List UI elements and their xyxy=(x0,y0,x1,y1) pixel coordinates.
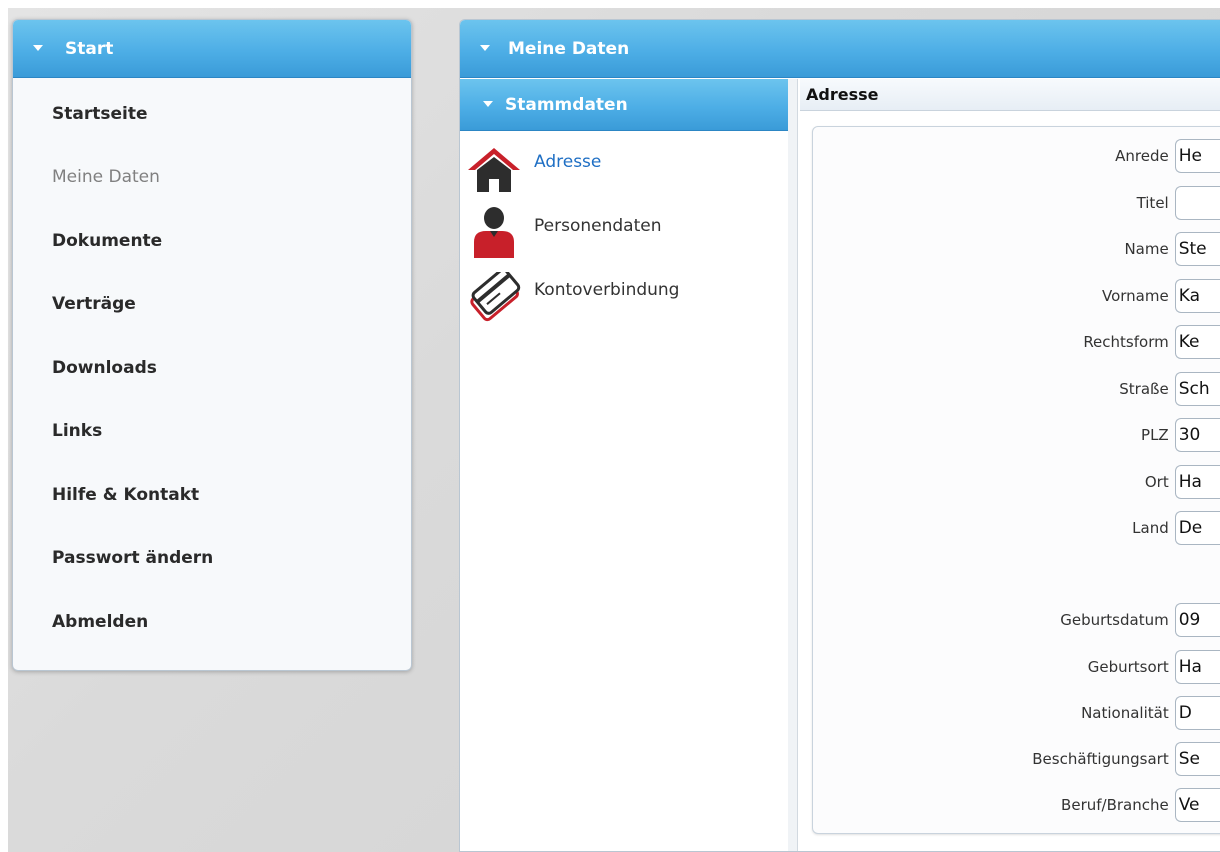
field-label: Straße xyxy=(1119,380,1169,398)
field-label: Anrede xyxy=(1115,147,1169,165)
menu-item-label: Verträge xyxy=(52,294,136,315)
menu-item-links[interactable]: Links xyxy=(13,400,411,464)
field-label: Name xyxy=(1124,240,1169,258)
person-icon xyxy=(464,207,524,258)
adresse-form: Anrede He Titel Name Ste Vorname Ka Rech… xyxy=(812,126,1220,834)
geburtsdatum-input[interactable]: 09 xyxy=(1174,603,1220,637)
stammdaten-header[interactable]: Stammdaten xyxy=(460,79,789,131)
nav-item-label: Personendaten xyxy=(534,216,662,236)
menu-item-meine-daten[interactable]: Meine Daten xyxy=(13,146,411,210)
field-label: Vorname xyxy=(1102,287,1169,305)
field-label: Rechtsform xyxy=(1083,333,1169,351)
meine-daten-header[interactable]: Meine Daten xyxy=(460,20,1220,78)
field-ort: Ort Ha xyxy=(813,465,1220,499)
caret-down-icon xyxy=(483,100,493,107)
geburtsort-input[interactable]: Ha xyxy=(1174,650,1220,684)
nav-item-kontoverbindung[interactable]: Kontoverbindung xyxy=(460,265,788,329)
form-title: Adresse xyxy=(800,79,1220,111)
caret-down-icon xyxy=(480,44,490,51)
field-anrede: Anrede He xyxy=(813,139,1220,173)
field-label: Beschäftigungsart xyxy=(1032,750,1169,768)
vorname-input[interactable]: Ka xyxy=(1174,279,1220,313)
menu-item-label: Startseite xyxy=(52,103,148,124)
rechtsform-select[interactable]: Ke xyxy=(1174,325,1220,359)
nationalitaet-input[interactable]: D xyxy=(1174,696,1220,730)
field-beruf-branche: Beruf/Branche Ve xyxy=(813,788,1220,822)
stammdaten-title: Stammdaten xyxy=(505,94,628,115)
meine-daten-panel: Meine Daten Stammdaten Adresse Personend… xyxy=(459,19,1220,852)
nav-item-label: Kontoverbindung xyxy=(534,280,680,300)
adresse-form-area: Adresse Anrede He Titel Name Ste Vorname… xyxy=(800,79,1220,851)
meine-daten-title: Meine Daten xyxy=(508,38,630,59)
start-panel-title: Start xyxy=(65,38,114,59)
field-titel: Titel xyxy=(813,186,1220,220)
ort-input[interactable]: Ha xyxy=(1174,465,1220,499)
menu-item-label: Passwort ändern xyxy=(52,548,214,569)
field-label: Beruf/Branche xyxy=(1061,796,1169,814)
menu-item-label: Abmelden xyxy=(52,611,149,632)
nav-item-adresse[interactable]: Adresse xyxy=(460,137,788,201)
menu-item-label: Downloads xyxy=(52,357,157,378)
anrede-input[interactable]: He xyxy=(1174,139,1220,173)
name-input[interactable]: Ste xyxy=(1174,232,1220,266)
titel-input[interactable] xyxy=(1174,186,1220,220)
caret-down-icon xyxy=(33,44,43,51)
menu-item-downloads[interactable]: Downloads xyxy=(13,336,411,400)
field-plz: PLZ 30 xyxy=(813,418,1220,452)
strasse-input[interactable]: Sch xyxy=(1174,372,1220,406)
field-rechtsform: Rechtsform Ke xyxy=(813,325,1220,359)
menu-item-label: Dokumente xyxy=(52,230,163,251)
field-vorname: Vorname Ka xyxy=(813,279,1220,313)
menu-item-label: Hilfe & Kontakt xyxy=(52,484,200,505)
menu-item-hilfe-kontakt[interactable]: Hilfe & Kontakt xyxy=(13,463,411,527)
stammdaten-nav: Stammdaten Adresse Personendaten Kontove… xyxy=(460,79,798,851)
field-geburtsdatum: Geburtsdatum 09 xyxy=(813,603,1220,637)
start-panel-header[interactable]: Start xyxy=(13,20,411,78)
nav-item-personendaten[interactable]: Personendaten xyxy=(460,201,788,265)
field-label: Geburtsort xyxy=(1087,658,1169,676)
field-beschaeftigungsart: Beschäftigungsart Se xyxy=(813,742,1220,776)
field-nationalitaet: Nationalität D xyxy=(813,696,1220,730)
start-panel: Start Startseite Meine Daten Dokumente V… xyxy=(12,19,412,671)
menu-item-passwort-aendern[interactable]: Passwort ändern xyxy=(13,527,411,591)
menu-item-label: Links xyxy=(52,421,103,442)
menu-item-label: Meine Daten xyxy=(52,167,160,188)
card-icon xyxy=(464,272,524,322)
nav-item-label: Adresse xyxy=(534,152,602,172)
house-icon xyxy=(464,144,524,194)
field-geburtsort: Geburtsort Ha xyxy=(813,650,1220,684)
menu-item-abmelden[interactable]: Abmelden xyxy=(13,590,411,654)
field-strasse: Straße Sch xyxy=(813,372,1220,406)
field-label: Nationalität xyxy=(1081,704,1169,722)
field-label: Titel xyxy=(1136,194,1169,212)
field-name: Name Ste xyxy=(813,232,1220,266)
menu-item-vertraege[interactable]: Verträge xyxy=(13,273,411,337)
field-label: Geburtsdatum xyxy=(1060,611,1169,629)
beschaeftigungsart-select[interactable]: Se xyxy=(1174,742,1220,776)
field-land: Land De xyxy=(813,511,1220,545)
beruf-branche-select[interactable]: Ve xyxy=(1174,788,1220,822)
menu-item-startseite[interactable]: Startseite xyxy=(13,82,411,146)
land-select[interactable]: De xyxy=(1174,511,1220,545)
field-label: PLZ xyxy=(1141,426,1169,444)
menu-item-dokumente[interactable]: Dokumente xyxy=(13,209,411,273)
plz-input[interactable]: 30 xyxy=(1174,418,1220,452)
field-label: Ort xyxy=(1144,473,1169,491)
field-label: Land xyxy=(1132,519,1169,537)
